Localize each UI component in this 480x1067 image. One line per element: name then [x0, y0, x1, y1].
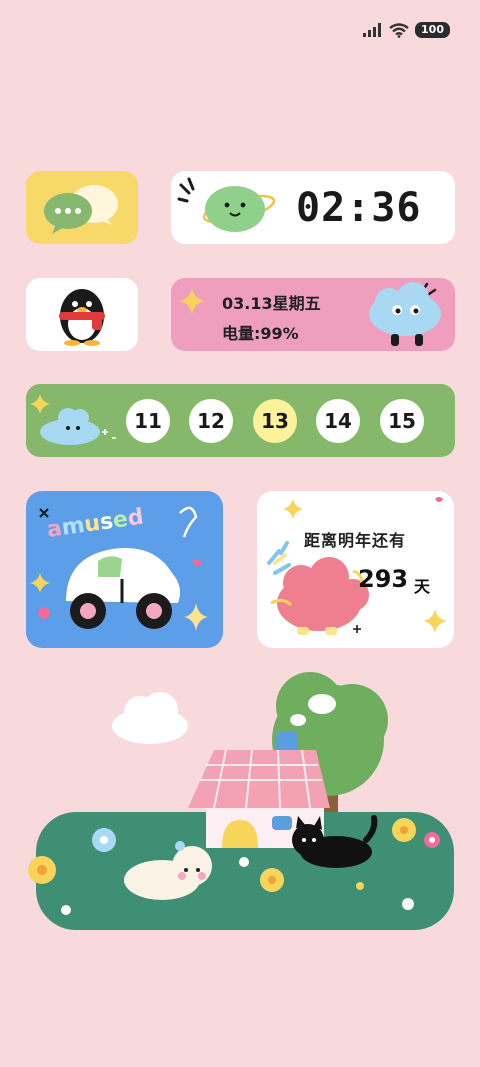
countdown-days: 293: [358, 565, 409, 593]
sparkle-icon: [179, 288, 205, 314]
pink-cloud-character-icon: [267, 497, 447, 635]
status-bar: 100: [363, 22, 450, 38]
wifi-icon: [389, 22, 409, 38]
garden-scene-illustration: [28, 672, 454, 930]
date-text: 03.13星期五: [222, 294, 321, 313]
cloud-icon: [112, 692, 188, 744]
amused-car-widget[interactable]: amused: [26, 491, 223, 648]
countdown-widget[interactable]: [257, 491, 454, 648]
battery-text: 电量:99%: [222, 324, 299, 343]
car-illustration: amused: [30, 505, 208, 631]
signal-bars-icon: [363, 23, 382, 37]
date-battery-widget[interactable]: [171, 278, 455, 351]
bunny-cloud-icon: [30, 394, 116, 445]
cloud-character-icon: [369, 282, 441, 346]
clock-time: 02:36: [296, 185, 422, 231]
battery-indicator: 100: [415, 22, 450, 38]
qq-widget[interactable]: [26, 278, 138, 351]
planet-icon: [177, 177, 276, 232]
day-11[interactable]: 11: [126, 399, 170, 443]
day-13-current[interactable]: 13: [253, 399, 297, 443]
wechat-icon: [44, 185, 118, 234]
day-15[interactable]: 15: [380, 399, 424, 443]
day-14[interactable]: 14: [316, 399, 360, 443]
day-12[interactable]: 12: [189, 399, 233, 443]
countdown-unit: 天: [414, 577, 431, 596]
amused-text: amused: [45, 505, 145, 543]
wechat-widget[interactable]: [26, 171, 138, 244]
countdown-label: 距离明年还有: [304, 531, 407, 550]
penguin-icon: [59, 289, 105, 346]
